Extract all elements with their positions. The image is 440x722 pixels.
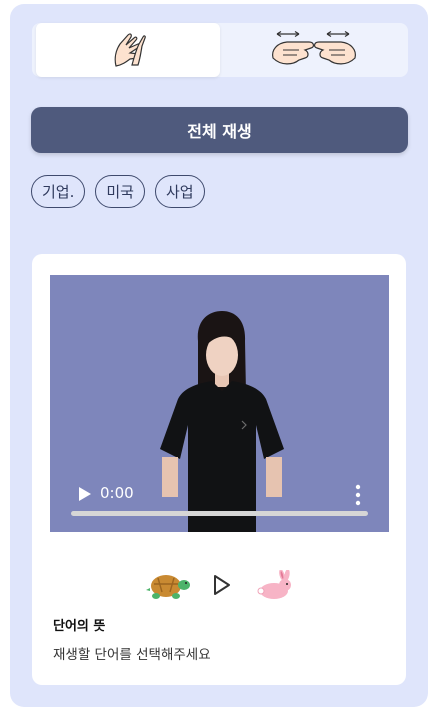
turtle-icon[interactable]: [144, 570, 190, 600]
word-chip[interactable]: 기업.: [31, 175, 86, 208]
video-play-icon[interactable]: [78, 486, 92, 502]
rabbit-icon[interactable]: [254, 570, 294, 600]
word-meaning-description: 재생할 단어를 선택해주세요: [53, 647, 211, 663]
one-hand-sign-icon: [114, 33, 146, 67]
sign-mode-tabs: [32, 23, 408, 77]
tab-two-hands[interactable]: [220, 23, 408, 77]
word-meaning-title: 단어의 뜻: [53, 619, 106, 634]
video-card: 0:00 단어의 뜻 재생할 단어를 선택해주세요: [32, 254, 406, 685]
sign-video[interactable]: 0:00: [50, 275, 389, 532]
word-chip[interactable]: 사업: [154, 175, 205, 208]
video-time: 0:00: [100, 484, 134, 502]
more-options-icon[interactable]: [355, 484, 361, 506]
word-chip[interactable]: 미국: [95, 175, 145, 208]
two-hands-sign-icon: [272, 30, 356, 65]
speed-controls: [32, 567, 406, 603]
video-progress-bar[interactable]: [71, 511, 368, 516]
play-icon[interactable]: [212, 574, 232, 596]
video-controls: 0:00: [50, 472, 389, 532]
tab-one-hand[interactable]: [36, 23, 220, 77]
word-chips: 기업. 미국 사업: [31, 175, 205, 208]
play-all-button[interactable]: 전체 재생: [31, 107, 408, 153]
